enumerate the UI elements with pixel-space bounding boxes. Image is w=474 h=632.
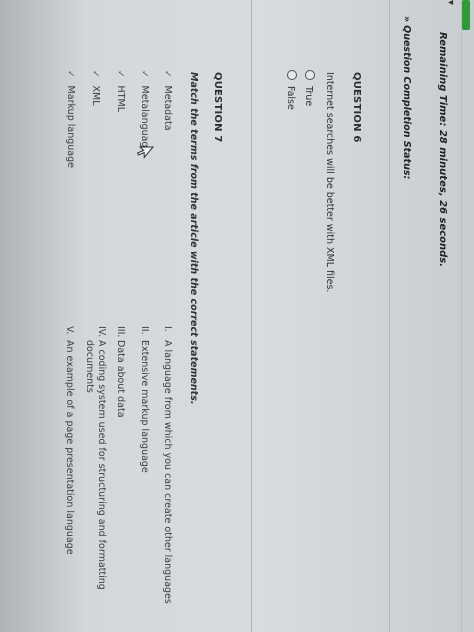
question-6-text: Internet searches will be better with XM… xyxy=(324,72,335,293)
statement-item: V. An example of a page presentation lang… xyxy=(63,326,75,626)
chevron-down-icon[interactable]: ▾ xyxy=(445,0,456,5)
question-6-title: QUESTION 6 xyxy=(351,72,362,143)
statement-item: III. Data about data xyxy=(114,326,126,626)
statement-number: II. xyxy=(139,326,150,335)
term-label: XML xyxy=(90,85,101,106)
statement-text: A language from which you can create oth… xyxy=(162,340,173,604)
quiz-page: ▾ Remaining Time: 28 minutes, 26 seconds… xyxy=(0,0,474,632)
term-label: HTML xyxy=(115,85,126,112)
statement-item: IV. A coding system used for structuring … xyxy=(83,326,107,626)
double-chevron-icon: » xyxy=(401,16,412,23)
checkmark-icon: ✓ xyxy=(162,70,172,78)
statement-number: IV. xyxy=(96,326,107,338)
status-toggle-label: Question Completion Status: xyxy=(401,25,412,180)
statement-text: Extensive markup language xyxy=(139,340,150,473)
radio-button-true[interactable] xyxy=(305,70,315,80)
term-label: Metadata xyxy=(162,85,173,131)
match-term-select[interactable]: ✓ Markup language xyxy=(65,70,76,168)
match-term-select[interactable]: ✓ XML xyxy=(90,70,101,106)
remaining-time: Remaining Time: 28 minutes, 26 seconds. xyxy=(437,32,448,268)
question-7-title: QUESTION 7 xyxy=(212,72,223,143)
question-7-instruction: Match the terms from the article with th… xyxy=(188,72,199,405)
radio-button-false[interactable] xyxy=(287,70,297,80)
checkmark-icon: ✓ xyxy=(65,70,75,78)
option-false-label: False xyxy=(285,86,296,110)
question-6-block: QUESTION 6 Internet searches will be bet… xyxy=(274,0,390,632)
statement-number: V. xyxy=(64,326,75,335)
term-label: Markup language xyxy=(65,85,76,168)
match-term-select[interactable]: ✓ Metadata xyxy=(162,70,173,131)
match-term-select[interactable]: ✓ Metalanguage xyxy=(139,70,150,153)
statement-text: An example of a page presentation langua… xyxy=(64,340,75,555)
statement-text: Data about data xyxy=(115,340,126,418)
term-label: Metalanguage xyxy=(139,85,150,154)
question-7-block: QUESTION 7 Match the terms from the arti… xyxy=(41,0,252,632)
match-term-select[interactable]: ✓ HTML xyxy=(115,70,126,112)
statement-number: III. xyxy=(115,326,126,338)
progress-bar xyxy=(462,0,470,30)
statement-item: I. A language from which you can create o… xyxy=(161,326,173,626)
checkmark-icon: ✓ xyxy=(90,70,100,78)
option-true[interactable]: True xyxy=(303,70,315,106)
statement-number: I. xyxy=(162,326,173,332)
checkmark-icon: ✓ xyxy=(115,70,125,78)
option-true-label: True xyxy=(303,86,314,107)
photo-frame: ▾ Remaining Time: 28 minutes, 26 seconds… xyxy=(0,0,474,632)
question-completion-status-toggle[interactable]: » Question Completion Status: xyxy=(401,16,412,179)
statement-text: A coding system used for structuring and… xyxy=(96,340,107,590)
statement-text-continued: documents xyxy=(84,340,95,393)
option-false[interactable]: False xyxy=(285,70,297,110)
divider xyxy=(461,0,462,632)
checkmark-icon: ✓ xyxy=(139,70,149,78)
statement-item: II. Extensive markup language xyxy=(138,326,150,626)
mouse-cursor-icon xyxy=(136,146,154,159)
